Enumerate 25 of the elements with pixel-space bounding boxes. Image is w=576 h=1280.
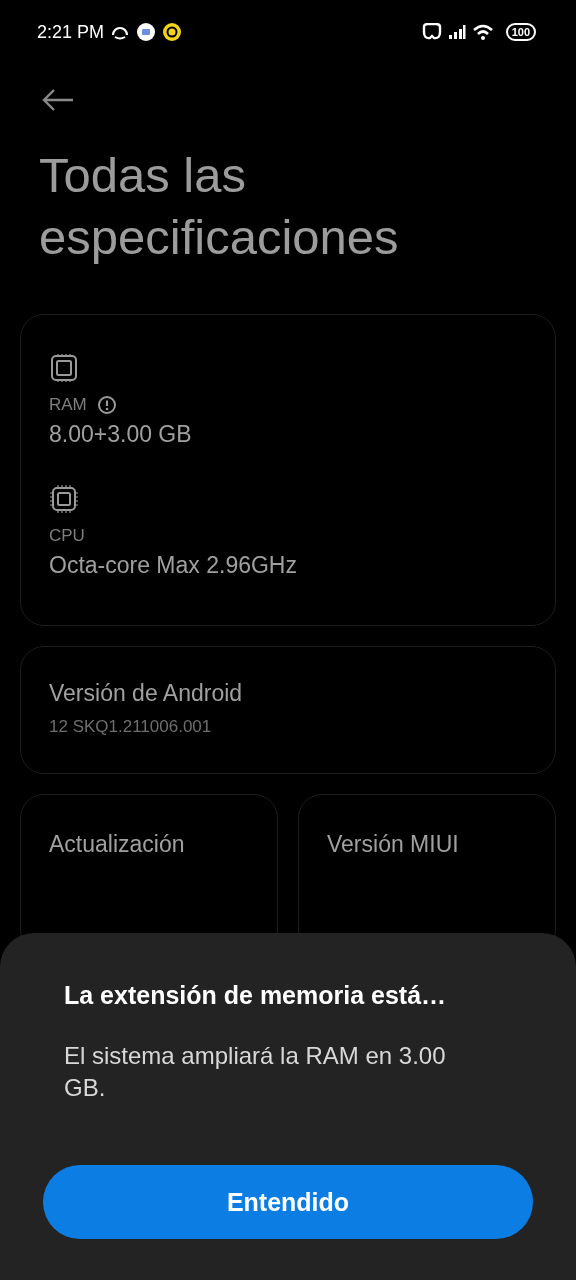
sync-icon: [110, 24, 131, 40]
android-version-card[interactable]: Versión de Android 12 SKQ1.211006.001: [20, 646, 556, 774]
understood-button[interactable]: Entendido: [43, 1165, 533, 1239]
battery-level: 100: [505, 23, 536, 41]
sheet-message: El sistema ampliará la RAM en 3.00 GB.: [64, 1041, 447, 1103]
card-label: Versión MIUI: [327, 831, 459, 857]
info-icon[interactable]: [96, 395, 117, 415]
signal-icon: [447, 24, 466, 40]
sun-icon: [162, 22, 183, 42]
card-label: Actualización: [49, 831, 185, 857]
headset-icon: [421, 23, 442, 41]
sheet-title: La extensión de memoria está…: [64, 981, 448, 1010]
gallery-icon: [136, 22, 157, 42]
back-arrow-icon[interactable]: [41, 88, 75, 112]
chip-icon: [49, 353, 79, 383]
spec-value: 8.00+3.00 GB: [49, 421, 192, 448]
status-time: 2:21 PM: [37, 21, 105, 43]
processor-icon: [49, 484, 79, 514]
card-label: Versión de Android: [49, 680, 244, 707]
wifi-icon: [471, 23, 494, 41]
spec-label: CPU: [49, 526, 85, 546]
spec-value: Octa-core Max 2.96GHz: [49, 552, 297, 579]
spec-label: RAM: [49, 395, 87, 415]
page-title: Todas las especificaciones: [39, 147, 400, 266]
card-value: 12 SKQ1.211006.001: [49, 717, 213, 737]
